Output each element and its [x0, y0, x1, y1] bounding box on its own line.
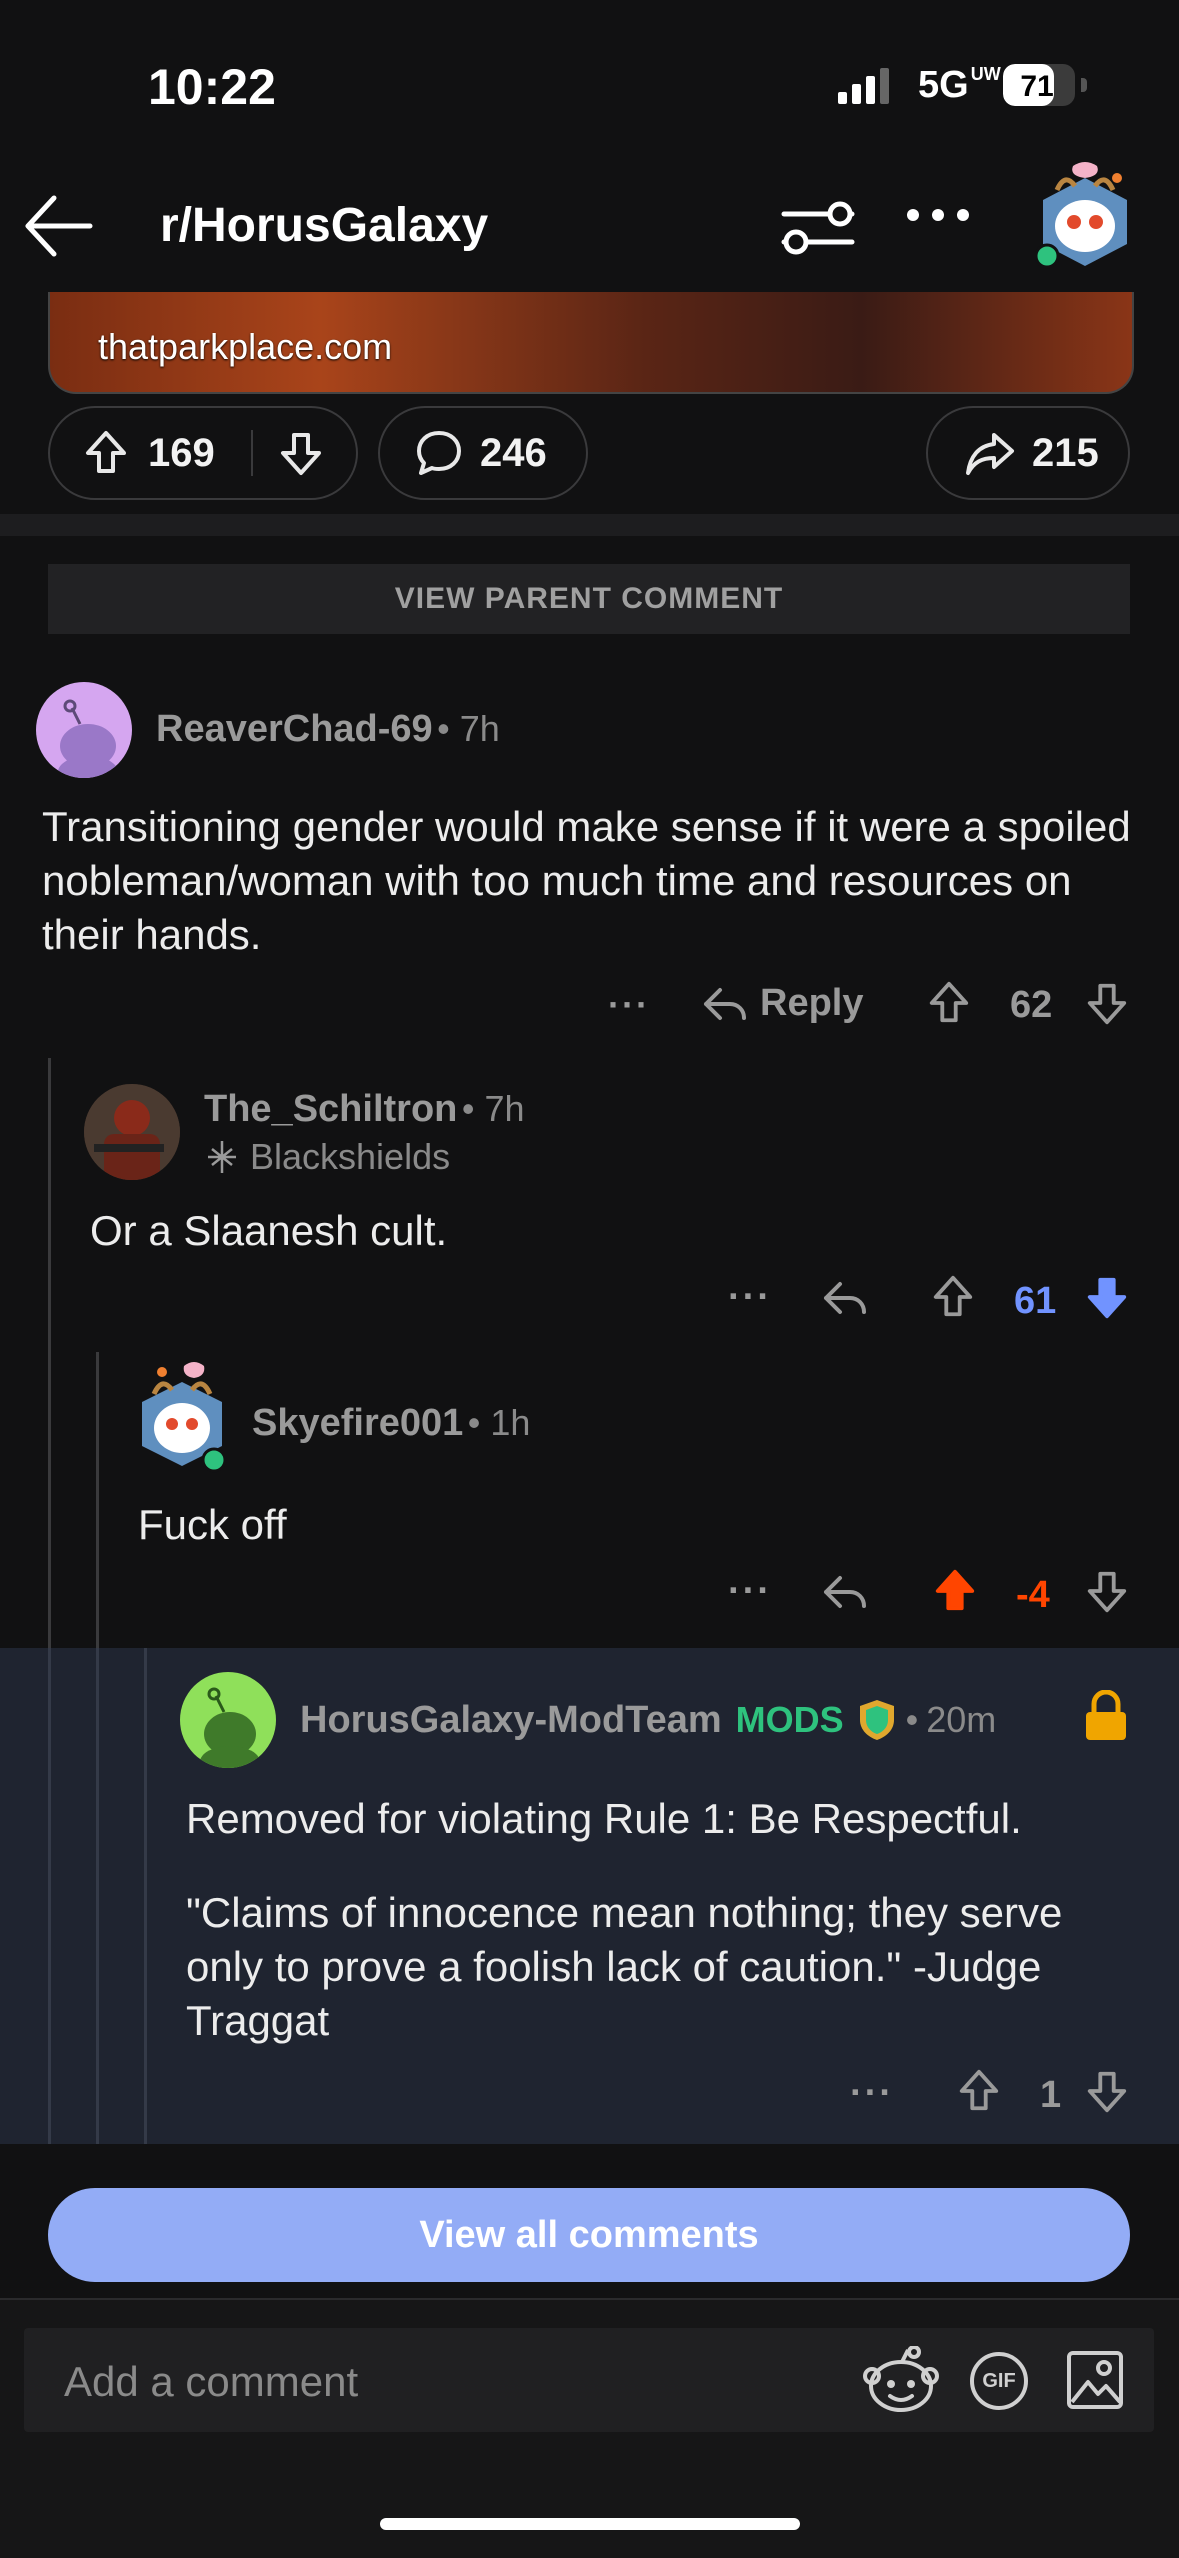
- post-share-button[interactable]: 215: [926, 406, 1130, 500]
- upvote-icon[interactable]: [926, 980, 972, 1026]
- status-time: 10:22: [148, 59, 276, 115]
- user-flair: Blackshields: [204, 1136, 450, 1178]
- downvote-icon[interactable]: [277, 429, 325, 477]
- downvote-icon-active[interactable]: [1084, 1274, 1130, 1320]
- post-score: 169: [148, 430, 215, 475]
- thread-line: [96, 1648, 99, 2144]
- thread-line: [48, 1648, 51, 2144]
- more-icon[interactable]: ···: [608, 984, 650, 1026]
- avatar[interactable]: [84, 1084, 180, 1180]
- network-label: 5G UW: [918, 64, 1001, 106]
- filter-icon[interactable]: [780, 198, 856, 258]
- upvote-icon[interactable]: [956, 2068, 1002, 2114]
- avatar[interactable]: [132, 1360, 232, 1476]
- reply-icon[interactable]: [822, 1572, 868, 1612]
- more-icon[interactable]: ···: [850, 2072, 894, 2115]
- reply-icon: [702, 984, 748, 1024]
- comment-age: 1h: [490, 1402, 531, 1443]
- mod-shield-icon: [856, 1698, 898, 1742]
- gif-button[interactable]: GIF: [970, 2352, 1028, 2410]
- upvote-icon-active[interactable]: [932, 1568, 978, 1614]
- comment-score: -4: [1016, 1574, 1050, 1616]
- link-preview[interactable]: thatparkplace.com: [48, 292, 1134, 394]
- signal-icon: [838, 66, 898, 106]
- share-icon: [964, 429, 1016, 477]
- comment-score: 62: [1010, 984, 1053, 1026]
- comment-header: HorusGalaxy-ModTeam MODS • 20m: [300, 1698, 997, 1742]
- comment-header: The_Schiltron • 7h: [204, 1088, 525, 1130]
- link-domain: thatparkplace.com: [98, 326, 393, 367]
- flair-icon: [204, 1139, 240, 1175]
- comment-author[interactable]: HorusGalaxy-ModTeam: [300, 1699, 722, 1742]
- upvote-icon[interactable]: [82, 429, 130, 477]
- comment-body: Transitioning gender would make sense if…: [42, 803, 1131, 958]
- post-vote-bar: 169: [48, 406, 358, 500]
- lock-icon: [1084, 1690, 1128, 1742]
- battery-icon: 71: [1003, 64, 1087, 106]
- back-arrow-icon[interactable]: [22, 190, 94, 262]
- view-all-comments-button[interactable]: View all comments: [48, 2188, 1130, 2282]
- comment-author[interactable]: Skyefire001: [252, 1402, 463, 1444]
- comment-header: ReaverChad-69 • 7h: [156, 708, 500, 750]
- downvote-icon[interactable]: [1084, 2068, 1130, 2114]
- reply-button[interactable]: Reply: [702, 982, 863, 1025]
- gif-label: GIF: [982, 2369, 1016, 2392]
- home-indicator[interactable]: [380, 2518, 800, 2530]
- comment-header: Skyefire001 • 1h: [252, 1402, 531, 1444]
- section-divider: [0, 514, 1179, 536]
- downvote-icon[interactable]: [1084, 1568, 1130, 1614]
- post-comments-button[interactable]: 246: [378, 406, 588, 500]
- comment-author[interactable]: ReaverChad-69: [156, 708, 433, 750]
- comment-age: 20m: [926, 1699, 997, 1740]
- comment-quote: "Claims of innocence mean nothing; they …: [186, 1889, 1063, 2044]
- mods-badge: MODS: [735, 1699, 844, 1740]
- comment-body: Removed for violating Rule 1: Be Respect…: [186, 1795, 1022, 1842]
- comment-body: Fuck off: [138, 1501, 287, 1548]
- snoo-emoji-icon[interactable]: [862, 2346, 940, 2416]
- reply-icon[interactable]: [822, 1278, 868, 1318]
- more-options-icon[interactable]: [905, 205, 971, 225]
- comment-body: Or a Slaanesh cult.: [90, 1207, 448, 1254]
- comment-age: 7h: [459, 708, 500, 749]
- subreddit-title[interactable]: r/HorusGalaxy: [160, 198, 488, 253]
- more-icon[interactable]: ···: [728, 1276, 772, 1319]
- post-share-count: 215: [1032, 430, 1099, 475]
- upvote-icon[interactable]: [930, 1274, 976, 1320]
- user-avatar[interactable]: [1035, 160, 1135, 270]
- downvote-icon[interactable]: [1084, 980, 1130, 1026]
- thread-line: [144, 1648, 147, 2144]
- comment-score: 61: [1014, 1280, 1057, 1322]
- comment-score: 1: [1040, 2074, 1062, 2116]
- avatar[interactable]: [36, 682, 132, 778]
- comment-author[interactable]: The_Schiltron: [204, 1088, 457, 1130]
- comment-bubble-icon: [414, 428, 464, 478]
- comment-age: 7h: [484, 1088, 525, 1129]
- post-comment-count: 246: [480, 430, 547, 475]
- more-icon[interactable]: ···: [728, 1570, 772, 1613]
- avatar[interactable]: [180, 1672, 276, 1768]
- view-parent-comment-button[interactable]: VIEW PARENT COMMENT: [48, 564, 1130, 634]
- image-upload-icon[interactable]: [1066, 2350, 1124, 2410]
